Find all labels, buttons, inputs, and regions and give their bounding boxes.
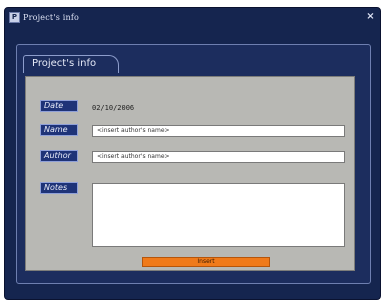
name-field[interactable]: <insert author's name> bbox=[92, 125, 345, 137]
author-field[interactable]: <insert author's name> bbox=[92, 151, 345, 163]
date-label: Date bbox=[40, 100, 78, 112]
project-info-window: P Project's info × Project's info Date 0… bbox=[4, 7, 381, 300]
notes-textarea[interactable] bbox=[92, 183, 345, 247]
insert-button[interactable]: Insert bbox=[142, 257, 270, 267]
title-bar[interactable]: P Project's info × bbox=[5, 8, 380, 26]
app-icon: P bbox=[9, 11, 20, 23]
tab-projects-info[interactable]: Project's info bbox=[23, 55, 119, 73]
close-icon[interactable]: × bbox=[365, 11, 376, 22]
author-label: Author bbox=[40, 150, 78, 162]
form-panel: Date 02/10/2006 Name <insert author's na… bbox=[25, 76, 355, 271]
window-title: Project's info bbox=[23, 12, 80, 22]
name-label: Name bbox=[40, 124, 78, 136]
date-value: 02/10/2006 bbox=[92, 104, 135, 112]
notes-label: Notes bbox=[40, 182, 78, 194]
